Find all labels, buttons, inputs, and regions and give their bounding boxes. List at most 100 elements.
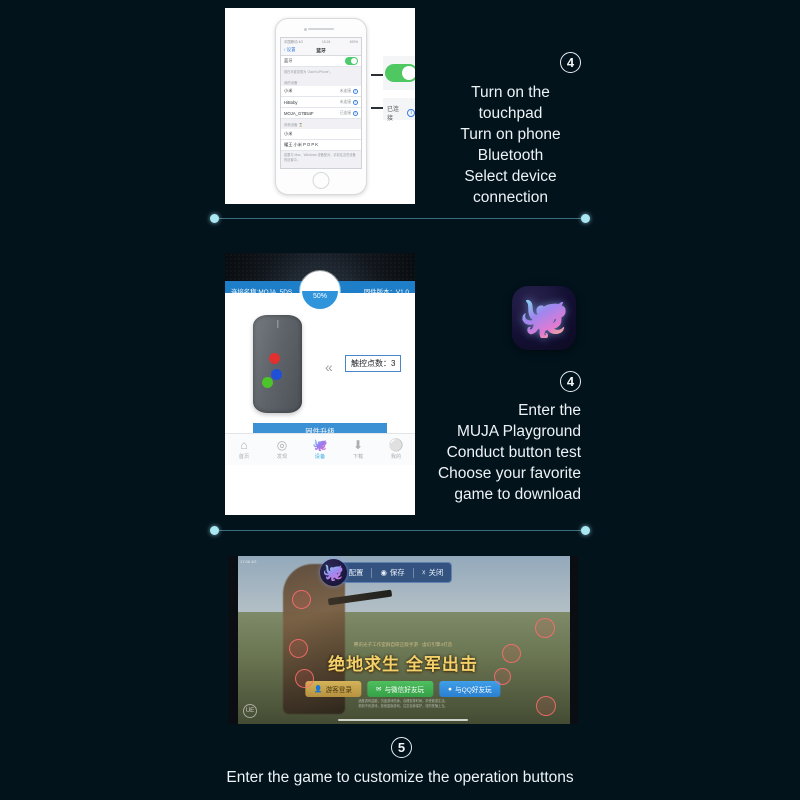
muja-app-panel: 连接名称:MOJA_5DS 固件版本：V1.0 50% « 触控点数：3 固件升… <box>225 253 415 515</box>
muja-overlay-icon[interactable]: 🐙 <box>320 559 347 586</box>
step-badge: 4 <box>560 52 581 73</box>
divider-dot-right <box>581 214 590 223</box>
step-3-badge-wrap: 5 <box>391 737 412 758</box>
muja-app-icon[interactable]: 🐙 <box>512 286 576 350</box>
device-name: HiBoby <box>284 99 298 105</box>
step-2-caption: Enter the MUJA Playground Conduct button… <box>437 402 581 503</box>
game-login-row: 👤 游客登录 ✉ 与微信好友玩 ● 与QQ好友玩 <box>305 681 501 697</box>
device-row[interactable]: 小米 未连接 i <box>281 86 361 97</box>
battery-indicator: 50% <box>300 271 340 311</box>
guest-icon: 👤 <box>314 686 323 693</box>
home-button[interactable] <box>312 172 330 189</box>
close-label: 关闭 <box>428 568 444 577</box>
mapped-button-hotspot[interactable] <box>502 644 521 663</box>
game-overlay-toolbar: ⚙ 配置 ◉ 保存 ☓ 关闭 <box>330 562 453 583</box>
step-2-badge-wrap: 4 <box>560 371 581 392</box>
phone-screen: 中国移动 4G 15:24 100% ‹ 设置 蓝牙 蓝牙 现在可被发现为 “Z… <box>280 37 362 169</box>
octopus-icon: 🐙 <box>312 438 328 452</box>
phone-bluetooth-panel: 中国移动 4G 15:24 100% ‹ 设置 蓝牙 蓝牙 现在可被发现为 “Z… <box>225 8 415 204</box>
divider-dot-left <box>210 526 219 535</box>
tab-discover[interactable]: ◎ 发现 <box>263 439 301 460</box>
qq-icon: ● <box>448 685 453 693</box>
device-status: 未连接 <box>339 88 351 93</box>
info-icon[interactable]: i <box>353 88 358 94</box>
mapped-button-hotspot[interactable] <box>536 696 556 716</box>
config-label: 配置 <box>348 568 364 577</box>
device-name: 小米 <box>284 130 293 136</box>
game-status-bar: 17:06 4G <box>240 559 257 564</box>
device-row-moja[interactable]: MOJA_G7B54F 已连接 i <box>281 108 361 119</box>
status-battery: 100% <box>349 39 358 44</box>
phone-speaker <box>308 28 334 31</box>
divider-dot-right <box>581 526 590 535</box>
wechat-login-button[interactable]: ✉ 与微信好友玩 <box>366 681 434 697</box>
tab-label: 设备 <box>314 454 326 460</box>
device-name: 小米 <box>284 88 293 93</box>
controller-dot-red <box>269 353 280 364</box>
mapped-button-hotspot[interactable] <box>295 669 314 688</box>
step-badge: 5 <box>391 737 412 758</box>
bluetooth-toggle[interactable] <box>345 57 358 65</box>
controller-dot-green <box>262 377 273 388</box>
octopus-icon: 🐙 <box>519 296 569 340</box>
bluetooth-toggle-row[interactable]: 蓝牙 <box>281 56 361 67</box>
close-icon: ☓ <box>421 568 426 577</box>
status-time: 15:24 <box>321 39 331 44</box>
guest-login-button[interactable]: 👤 游客登录 <box>305 681 361 697</box>
save-icon: ◉ <box>380 568 387 577</box>
step-1-badge-wrap: 4 <box>560 52 581 73</box>
info-icon[interactable]: i <box>407 109 415 117</box>
tab-download[interactable]: ⬇ 下载 <box>339 439 377 460</box>
tab-label: 发现 <box>276 454 288 460</box>
tab-home[interactable]: ⌂ 首页 <box>225 439 263 460</box>
game-title: 绝地求生 全军出击 <box>328 655 478 674</box>
bluetooth-label: 蓝牙 <box>284 58 293 63</box>
tab-profile[interactable]: ⚪ 我的 <box>377 439 415 460</box>
info-icon[interactable]: i <box>353 99 358 105</box>
mapped-button-hotspot[interactable] <box>289 639 308 658</box>
bluetooth-toggle-enlarged[interactable] <box>385 64 415 82</box>
iphone-mockup: 中国移动 4G 15:24 100% ‹ 设置 蓝牙 蓝牙 现在可被发现为 “Z… <box>275 18 367 195</box>
info-icon[interactable]: i <box>353 110 358 116</box>
controller-device-image <box>253 315 302 413</box>
device-status: 未连接 <box>339 99 351 104</box>
device-status: 已连接 <box>339 110 351 115</box>
divider-2 <box>210 526 590 536</box>
ios-status-bar: 中国移动 4G 15:24 100% <box>281 38 361 45</box>
phone-camera <box>304 27 308 31</box>
connected-label: 已连接 <box>387 107 400 122</box>
other-devices-header: 其他设备 ⌛ <box>284 123 303 127</box>
guest-label: 游客登录 <box>325 687 352 694</box>
mapped-button-hotspot[interactable] <box>535 618 555 638</box>
status-carrier: 中国移动 4G <box>284 40 304 44</box>
toolbar-separator <box>412 567 414 578</box>
game-screenshot-panel: 17:06 4G 🐙 ⚙ 配置 ◉ 保存 ☓ 关闭 腾讯光子工作室群自研正版手游… <box>228 556 578 724</box>
step-badge: 4 <box>560 371 581 392</box>
mapped-button-hotspot[interactable] <box>494 668 511 685</box>
tab-device[interactable]: 🐙 设备 <box>301 439 339 460</box>
unreal-engine-logo: UE <box>243 704 257 718</box>
step-1-caption: Turn on the touchpad Turn on phone Bluet… <box>460 84 561 206</box>
app-tab-bar: ⌂ 首页 ◎ 发现 🐙 设备 ⬇ 下载 ⚪ 我的 <box>225 433 415 465</box>
divider-line <box>218 530 582 531</box>
mapped-button-hotspot[interactable] <box>292 590 311 609</box>
battery-percent: 50% <box>312 293 327 300</box>
touch-points-field[interactable]: 触控点数：3 <box>345 355 402 372</box>
wechat-label: 与微信好友玩 <box>384 687 425 694</box>
save-label: 保存 <box>389 568 405 577</box>
chevron-left-icon[interactable]: « <box>325 359 333 375</box>
page-title: 蓝牙 <box>316 48 326 54</box>
close-button[interactable]: ☓ 关闭 <box>422 567 444 578</box>
page-root: 中国移动 4G 15:24 100% ‹ 设置 蓝牙 蓝牙 现在可被发现为 “Z… <box>0 0 800 800</box>
divider-line <box>218 218 582 219</box>
other-device-row[interactable]: 耀王 小米 P O P K <box>281 139 361 151</box>
qq-login-button[interactable]: ● 与QQ好友玩 <box>439 681 501 697</box>
other-device-row[interactable]: 小米 <box>281 128 361 140</box>
profile-icon: ⚪ <box>388 438 404 452</box>
device-row[interactable]: HiBoby 未连接 i <box>281 97 361 108</box>
ios-nav-bar: ‹ 设置 蓝牙 <box>281 45 361 56</box>
download-icon: ⬇ <box>352 438 364 452</box>
tab-label: 我的 <box>390 454 402 460</box>
panel-left-bezel <box>228 556 238 724</box>
save-button[interactable]: ◉ 保存 <box>380 567 404 578</box>
